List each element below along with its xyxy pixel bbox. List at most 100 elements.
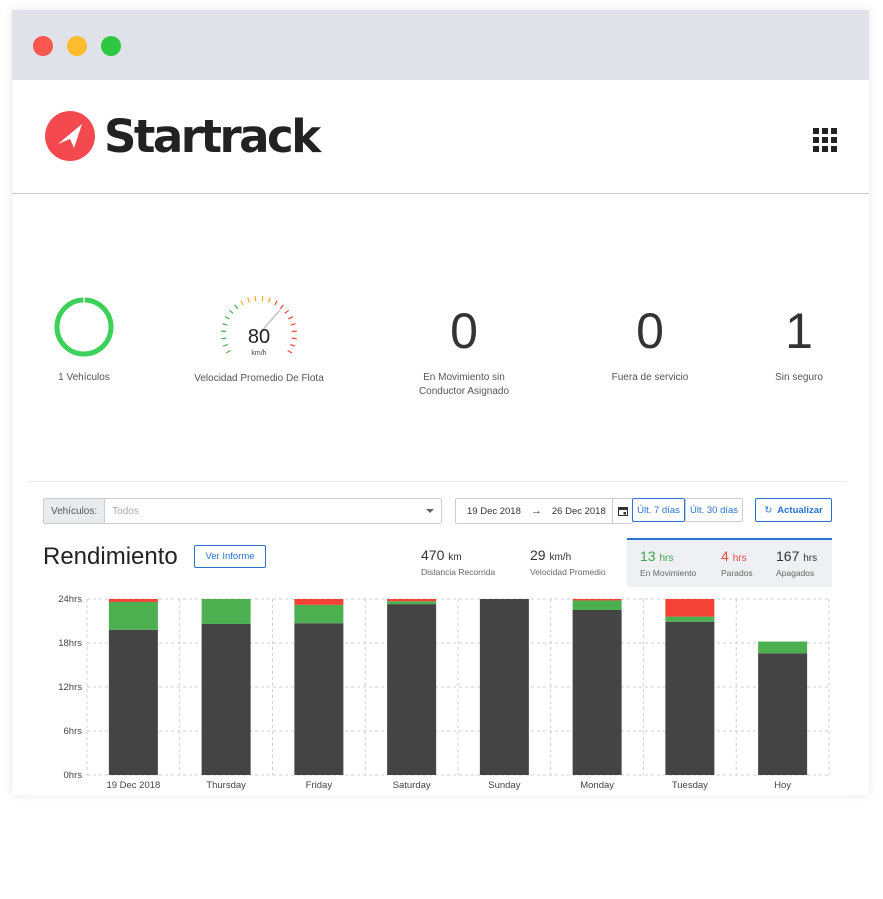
x-tick-label: Monday [580, 780, 614, 791]
x-tick-label: Friday [306, 780, 333, 791]
x-tick-label: Saturday [393, 780, 431, 791]
calendar-button[interactable] [612, 499, 632, 523]
calendar-icon [617, 507, 628, 516]
off-hours-stat: 167 hrs [776, 548, 818, 564]
unsecured-label: Sin seguro [775, 372, 823, 383]
gauge-tick [222, 343, 228, 347]
moving-no-driver-label-2: Conductor Asignado [418, 386, 510, 397]
last-30-days-button[interactable]: Últ. 30 días [685, 498, 743, 522]
unsecured-value: 1 [785, 303, 813, 359]
bar-segment[interactable] [201, 623, 251, 775]
date-to[interactable]: 26 Dec 2018 [552, 506, 606, 517]
moving-hours-stat: 13 hrs [640, 548, 674, 564]
minimize-window-button[interactable] [67, 36, 87, 56]
speedometer-icon: 80 km/h [221, 296, 297, 357]
bar-segment[interactable] [665, 621, 715, 775]
refresh-icon: ↻ [764, 504, 773, 516]
moving-no-driver-value: 0 [450, 303, 478, 359]
bar-segment[interactable] [294, 604, 344, 624]
view-report-button[interactable]: Ver Informe [194, 545, 266, 568]
apps-grid-icon[interactable] [813, 128, 839, 152]
bar-segment[interactable] [572, 600, 622, 610]
gauge-tick [268, 297, 271, 303]
vehicle-select-input[interactable] [105, 499, 441, 523]
stopped-hours-stat: 4 hrs [721, 548, 747, 564]
gauge-tick [247, 297, 250, 303]
gauge-tick [274, 300, 278, 306]
vehicle-filter-label: Vehículos: [44, 499, 106, 523]
app-header: Startrack [12, 80, 869, 194]
bar-segment[interactable] [479, 599, 529, 775]
bar-segment[interactable] [758, 641, 808, 654]
close-window-button[interactable] [33, 36, 53, 56]
y-tick-label: 6hrs [64, 726, 83, 737]
bar-segment[interactable] [294, 599, 344, 605]
bar-segment[interactable] [108, 629, 158, 775]
maximize-window-button[interactable] [101, 36, 121, 56]
bar-segment[interactable] [294, 623, 344, 775]
moving-hours-label: En Movimiento [640, 568, 697, 578]
bar-segment[interactable] [387, 601, 437, 605]
date-range-field[interactable]: 19 Dec 2018 → 26 Dec 2018 [455, 498, 633, 524]
y-tick-label: 24hrs [58, 594, 82, 605]
stopped-hours-label: Parados [721, 568, 753, 578]
kpi-unsecured[interactable]: 1 Sin seguro [759, 306, 839, 385]
distance-label: Distancia Recorrida [421, 567, 496, 577]
bar-segment[interactable] [758, 653, 808, 775]
bar-segment[interactable] [201, 599, 251, 624]
gauge-tick [284, 309, 290, 314]
moving-no-driver-label-1: En Movimiento sin [423, 372, 505, 383]
performance-panel: Vehículos: 19 Dec 2018 → 26 Dec 2018 Últ… [29, 481, 847, 796]
gauge-tick [234, 304, 239, 310]
out-of-service-value: 0 [636, 303, 664, 359]
x-tick-label: Sunday [488, 780, 520, 791]
bar-segment[interactable] [108, 601, 158, 630]
brand-logo[interactable]: Startrack [44, 109, 321, 163]
window-titlebar [12, 10, 869, 80]
kpi-vehicles[interactable]: 1 Vehículos [43, 296, 125, 385]
bar-segment[interactable] [108, 599, 158, 602]
kpi-moving-no-driver[interactable]: 0 En Movimiento sin Conductor Asignado [404, 306, 524, 399]
x-tick-label: 19 Dec 2018 [106, 780, 160, 791]
last-7-days-button[interactable]: Últ. 7 días [632, 498, 685, 522]
speed-label: Velocidad Promedio De Flota [194, 373, 324, 384]
kpi-fleet-speed[interactable]: 80 km/h Velocidad Promedio De Flota [190, 292, 328, 386]
refresh-button[interactable]: ↻ Actualizar [755, 498, 832, 522]
gauge-tick [291, 337, 297, 340]
speed-unit: km/h [251, 350, 266, 357]
gauge-tick [224, 316, 230, 320]
x-tick-label: Hoy [774, 780, 791, 791]
gauge-tick [288, 316, 294, 320]
date-from[interactable]: 19 Dec 2018 [467, 506, 521, 517]
out-of-service-label: Fuera de servicio [611, 372, 689, 383]
gauge-tick [225, 349, 231, 354]
y-tick-label: 0hrs [64, 770, 83, 781]
off-hours-label: Apagados [776, 568, 815, 578]
gauge-tick [221, 337, 227, 340]
bar-segment[interactable] [572, 599, 622, 601]
x-tick-label: Tuesday [672, 780, 708, 791]
performance-chart: 0hrs 6hrs 12hrs 18hrs 24hrs 19 Dec 2018 Thursd… [58, 594, 830, 791]
vehicles-label: 1 Vehículos [58, 372, 110, 383]
gauge-tick [290, 343, 296, 347]
chevron-down-icon[interactable] [426, 509, 434, 513]
bar-segment[interactable] [387, 599, 437, 602]
vehicles-ring-icon [54, 297, 114, 357]
startrack-logo-icon [45, 111, 95, 161]
bar-segment[interactable] [665, 599, 715, 617]
section-title: Rendimiento [43, 543, 178, 570]
bar-segment[interactable] [665, 616, 715, 622]
vehicle-filter: Vehículos: [43, 498, 442, 524]
gauge-tick [279, 304, 284, 310]
gauge-tick [287, 349, 293, 354]
arrow-right-icon: → [530, 505, 542, 517]
brand-name: Startrack [104, 109, 321, 163]
gauge-tick [228, 309, 234, 314]
gauge-tick [290, 323, 296, 326]
bar-segment[interactable] [387, 604, 437, 775]
distance-stat: 470 km [421, 547, 462, 563]
kpi-out-of-service[interactable]: 0 Fuera de servicio [595, 306, 705, 385]
bar-segment[interactable] [572, 610, 622, 775]
avg-speed-label: Velocidad Promedio [530, 567, 606, 577]
avg-speed-stat: 29 km/h [530, 547, 572, 563]
